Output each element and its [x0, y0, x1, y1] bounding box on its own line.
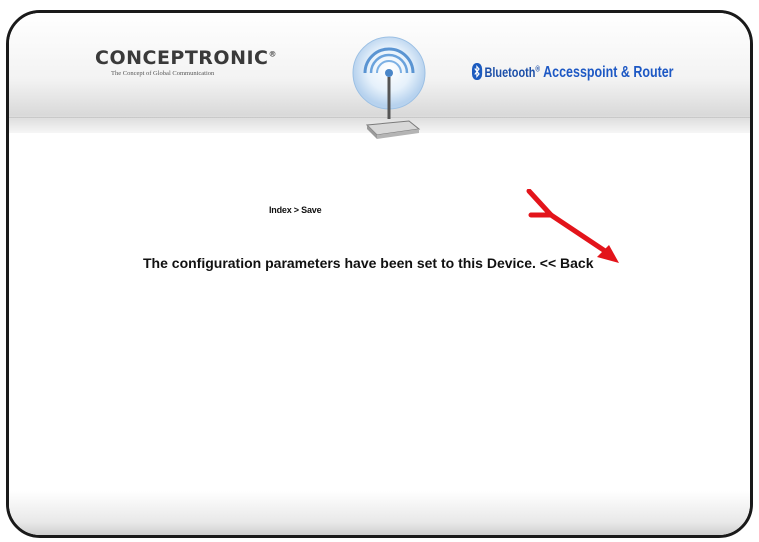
- logo-text: CONCEPTRONIC: [95, 47, 269, 69]
- footer-bar: [9, 491, 750, 535]
- logo-tagline: The Concept of Global Communication: [111, 70, 215, 77]
- bluetooth-icon: [472, 63, 483, 80]
- breadcrumb: Index > Save: [269, 205, 322, 215]
- back-link[interactable]: << Back: [540, 255, 594, 271]
- product-name: Accesspoint & Router: [543, 64, 674, 81]
- page-frame: CONCEPTRONIC® The Concept of Global Comm…: [6, 10, 753, 538]
- conceptronic-logo: CONCEPTRONIC® The Concept of Global Comm…: [95, 47, 335, 77]
- status-message: The configuration parameters have been s…: [143, 255, 594, 271]
- logo-trademark: ®: [268, 49, 278, 59]
- bluetooth-trademark: ®: [535, 64, 541, 74]
- confirmation-text: The configuration parameters have been s…: [143, 255, 536, 271]
- bluetooth-product-label: Bluetooth® Accesspoint & Router: [472, 63, 674, 82]
- bluetooth-word: Bluetooth: [484, 64, 536, 80]
- header-banner: CONCEPTRONIC® The Concept of Global Comm…: [9, 13, 750, 139]
- wireless-router-icon: [352, 36, 426, 139]
